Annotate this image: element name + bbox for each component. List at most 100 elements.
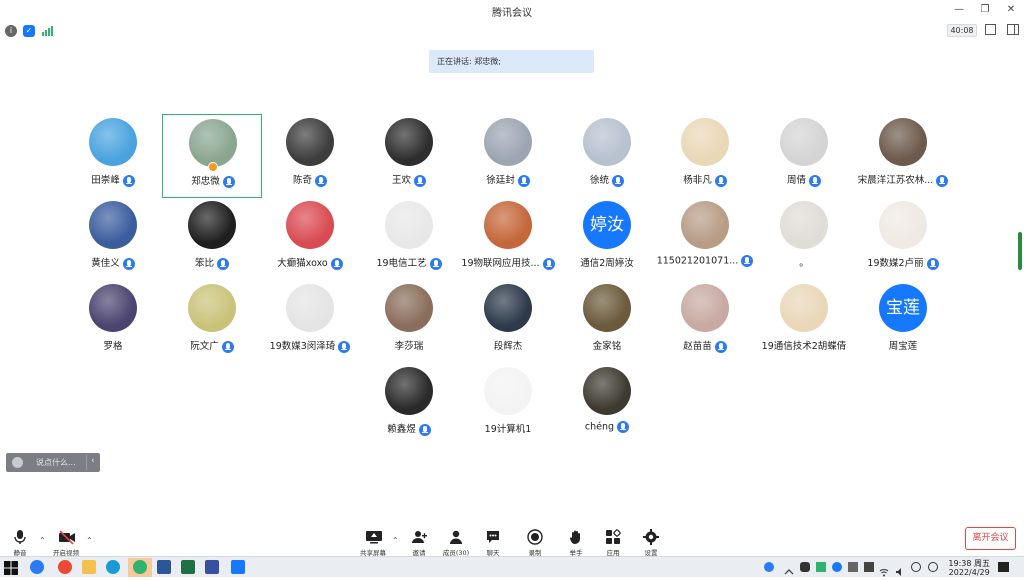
notification-icon[interactable] <box>998 562 1009 572</box>
participant-name: chéng <box>584 421 615 433</box>
microphone-icon <box>809 174 821 187</box>
help-icon[interactable] <box>764 562 774 572</box>
share-screen-button[interactable]: 共享屏幕 <box>356 529 390 557</box>
participant-tile[interactable]: 婷汝 通信2周婷汝 <box>557 197 657 281</box>
apps-button[interactable]: 应用 <box>596 529 630 557</box>
participant-tile[interactable]: 19计算机1 <box>458 363 558 447</box>
record-button[interactable]: 录制 <box>518 529 552 557</box>
participant-name: 宋晨洋江苏农林... <box>857 175 934 186</box>
participant-name: 周宝莲 <box>888 341 918 352</box>
avatar <box>780 201 828 249</box>
info-icon[interactable]: i <box>5 25 17 37</box>
avatar <box>286 201 334 249</box>
wifi-icon[interactable] <box>879 562 889 577</box>
hand-icon <box>568 529 584 545</box>
avatar <box>385 367 433 415</box>
tray-app-icon[interactable] <box>848 562 858 572</box>
chevron-left-icon[interactable]: ‹ <box>91 456 95 466</box>
signal-icon[interactable] <box>41 25 53 37</box>
avatar <box>879 118 927 166</box>
folder-icon[interactable] <box>82 560 96 574</box>
chat-input-box[interactable]: 说点什么... ‹ <box>6 453 100 472</box>
window-title: 腾讯会议 <box>492 8 532 19</box>
participant-name: 金家铭 <box>592 341 622 352</box>
avatar: 宝莲 <box>879 284 927 332</box>
participant-tile[interactable]: 19数媒2卢丽 <box>853 197 953 281</box>
language-icon[interactable] <box>928 562 938 572</box>
meeting-timer: 40:08 <box>947 24 977 37</box>
chat-button[interactable]: 聊天 <box>476 529 510 557</box>
shield-icon[interactable]: ✓ <box>23 25 35 37</box>
chevron-up-icon[interactable]: ⌃ <box>39 536 46 545</box>
app-icon[interactable] <box>205 560 219 574</box>
members-button[interactable]: 成员(30) <box>439 529 473 557</box>
close-icon[interactable]: ✕ <box>1004 3 1018 17</box>
divider <box>86 455 87 470</box>
chrome-icon[interactable] <box>58 560 72 574</box>
participant-tile[interactable]: 宝莲 周宝莲 <box>853 280 953 364</box>
wechat-icon[interactable] <box>133 560 147 574</box>
battery-icon[interactable] <box>864 562 874 572</box>
participant-tile[interactable]: chéng <box>557 363 657 447</box>
microphone-icon <box>612 174 624 187</box>
leave-meeting-button[interactable]: 离开会议 <box>965 527 1016 550</box>
emoji-icon[interactable] <box>12 457 23 468</box>
restore-icon[interactable]: ❐ <box>978 3 992 17</box>
volume-icon[interactable] <box>895 562 905 576</box>
invite-button[interactable]: 邀请 <box>402 529 436 557</box>
chevron-up-icon[interactable]: ⌃ <box>392 536 399 545</box>
participant-name-line: chéng <box>527 421 687 433</box>
chevron-up-icon[interactable] <box>784 562 794 575</box>
avatar <box>286 284 334 332</box>
start-video-button[interactable]: 开启视频 <box>49 529 83 557</box>
settings-button[interactable]: 设置 <box>634 529 668 557</box>
microphone-tray-icon[interactable] <box>800 562 810 572</box>
avatar <box>385 201 433 249</box>
microphone-icon <box>12 529 28 545</box>
participant-name: 黄佳义 <box>91 258 120 269</box>
participant-name: 杨非凡 <box>683 175 712 186</box>
avatar <box>681 284 729 332</box>
fullscreen-icon[interactable] <box>985 24 996 35</box>
scrollbar[interactable] <box>1018 232 1022 270</box>
gear-icon <box>643 529 659 545</box>
meeting-tray-icon[interactable] <box>832 562 842 572</box>
wechat-tray-icon[interactable] <box>816 562 826 572</box>
participant-name: 19数媒2卢丽 <box>867 258 924 269</box>
avatar <box>189 119 237 167</box>
word-icon[interactable] <box>157 560 171 574</box>
participant-name: 陈奇 <box>292 175 312 186</box>
host-badge-icon <box>208 162 218 172</box>
participant-name: 王欢 <box>391 175 411 186</box>
participant-tile[interactable]: 宋晨洋江苏农林... <box>853 114 953 198</box>
tencent-meeting-icon[interactable] <box>231 560 245 574</box>
add-user-icon <box>411 529 427 545</box>
participant-name-line: 宋晨洋江苏农林... <box>823 172 983 187</box>
windows-start-icon[interactable] <box>4 560 18 575</box>
share-screen-icon <box>365 529 382 545</box>
microphone-icon <box>926 257 939 270</box>
minimize-icon[interactable]: — <box>952 3 966 17</box>
mute-button[interactable]: 静音 <box>3 529 37 557</box>
sidebar-toggle-icon[interactable] <box>1007 24 1019 35</box>
participant-name-line: 周宝莲 <box>823 338 983 352</box>
avatar <box>583 118 631 166</box>
avatar <box>188 284 236 332</box>
avatar <box>89 284 137 332</box>
chevron-up-icon[interactable]: ⌃ <box>86 536 93 545</box>
record-icon <box>527 529 543 545</box>
raise-hand-button[interactable]: 举手 <box>559 529 593 557</box>
participant-name: 。 <box>799 258 809 269</box>
edge-icon[interactable] <box>106 560 120 574</box>
ie-icon[interactable] <box>30 560 44 574</box>
participant-name: 大癫猫xoxo <box>277 258 328 269</box>
chat-icon <box>485 529 501 545</box>
taskbar-clock[interactable]: 19:38 周五 2022/4/29 <box>948 559 990 577</box>
avatar <box>484 201 532 249</box>
avatar <box>583 367 631 415</box>
excel-icon[interactable] <box>181 560 195 574</box>
participant-name: 段辉杰 <box>493 341 523 352</box>
microphone-icon <box>414 174 426 187</box>
participant-name: 笨比 <box>194 258 214 269</box>
input-method-icon[interactable] <box>911 562 921 572</box>
